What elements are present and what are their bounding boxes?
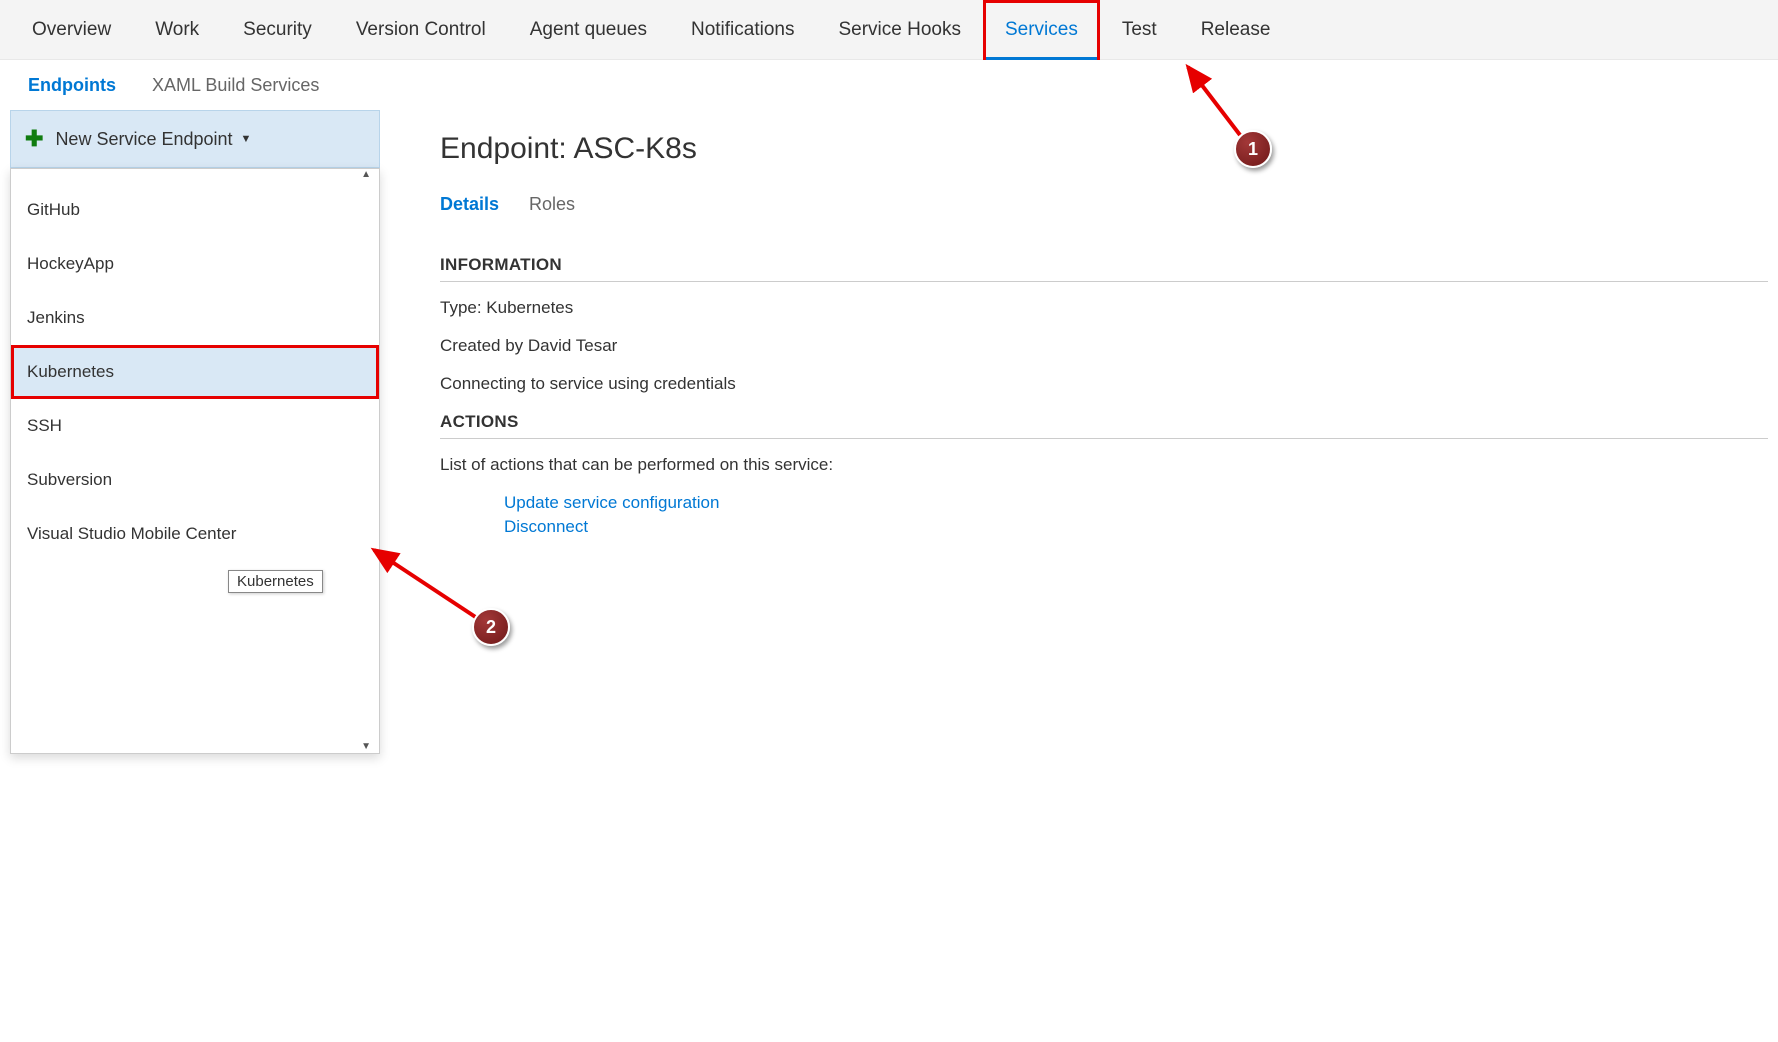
dropdown-item-subversion[interactable]: Subversion — [11, 453, 379, 507]
dropdown-item-ssh[interactable]: SSH — [11, 399, 379, 453]
dropdown-item-vsmc[interactable]: Visual Studio Mobile Center — [11, 507, 379, 561]
section-actions: ACTIONS — [440, 412, 1768, 439]
subnav-xaml[interactable]: XAML Build Services — [134, 75, 337, 96]
annotation-badge-1: 1 — [1234, 130, 1272, 168]
tab-roles[interactable]: Roles — [529, 194, 575, 215]
new-endpoint-label: New Service Endpoint — [55, 129, 232, 150]
title-prefix: Endpoint: — [440, 132, 573, 165]
nav-notifications[interactable]: Notifications — [669, 0, 817, 60]
tooltip-kubernetes: Kubernetes — [228, 570, 323, 593]
caret-down-icon: ▼ — [241, 133, 252, 145]
title-name: ASC-K8s — [573, 132, 696, 165]
info-created-by: Created by David Tesar — [440, 336, 1768, 356]
top-nav: Overview Work Security Version Control A… — [0, 0, 1778, 60]
nav-test[interactable]: Test — [1100, 0, 1179, 60]
annotation-arrow-2 — [362, 540, 492, 630]
plus-icon: ✚ — [25, 126, 43, 152]
main-panel: Endpoint: ASC-K8s Details Roles INFORMAT… — [392, 110, 1768, 541]
action-update-config[interactable]: Update service configuration — [504, 493, 1768, 513]
nav-version-control[interactable]: Version Control — [334, 0, 508, 60]
content: ✚ New Service Endpoint ▼ ▲ Docker Regist… — [0, 110, 1778, 541]
dropdown-item-hockeyapp[interactable]: HockeyApp — [11, 237, 379, 291]
annotation-badge-2: 2 — [472, 608, 510, 646]
dropdown-item-github[interactable]: GitHub — [11, 183, 379, 237]
nav-release[interactable]: Release — [1179, 0, 1293, 60]
new-service-endpoint-button[interactable]: ✚ New Service Endpoint ▼ — [10, 110, 380, 168]
dropdown-item-kubernetes[interactable]: Kubernetes — [11, 345, 379, 399]
nav-overview[interactable]: Overview — [10, 0, 133, 60]
nav-service-hooks[interactable]: Service Hooks — [816, 0, 983, 60]
tab-details[interactable]: Details — [440, 194, 499, 215]
detail-tabs: Details Roles — [440, 194, 1768, 215]
sub-nav: Endpoints XAML Build Services — [0, 60, 1778, 110]
actions-intro: List of actions that can be performed on… — [440, 455, 1768, 475]
dropdown-item-jenkins[interactable]: Jenkins — [11, 291, 379, 345]
section-information: INFORMATION — [440, 255, 1768, 282]
dropdown-scroll[interactable]: Docker Registry External Git Generic Git… — [11, 181, 379, 741]
subnav-endpoints[interactable]: Endpoints — [10, 75, 134, 96]
action-disconnect[interactable]: Disconnect — [504, 517, 1768, 537]
nav-work[interactable]: Work — [133, 0, 221, 60]
scroll-up-icon[interactable]: ▲ — [11, 169, 379, 181]
nav-services[interactable]: Services — [983, 0, 1100, 60]
endpoint-type-dropdown: ▲ Docker Registry External Git Generic G… — [10, 168, 380, 754]
nav-agent-queues[interactable]: Agent queues — [508, 0, 669, 60]
scroll-down-icon[interactable]: ▼ — [11, 741, 379, 753]
sidebar: ✚ New Service Endpoint ▼ ▲ Docker Regist… — [10, 110, 392, 541]
info-connecting: Connecting to service using credentials — [440, 374, 1768, 394]
info-type: Type: Kubernetes — [440, 298, 1768, 318]
endpoint-title: Endpoint: ASC-K8s — [440, 132, 1768, 166]
nav-security[interactable]: Security — [221, 0, 334, 60]
